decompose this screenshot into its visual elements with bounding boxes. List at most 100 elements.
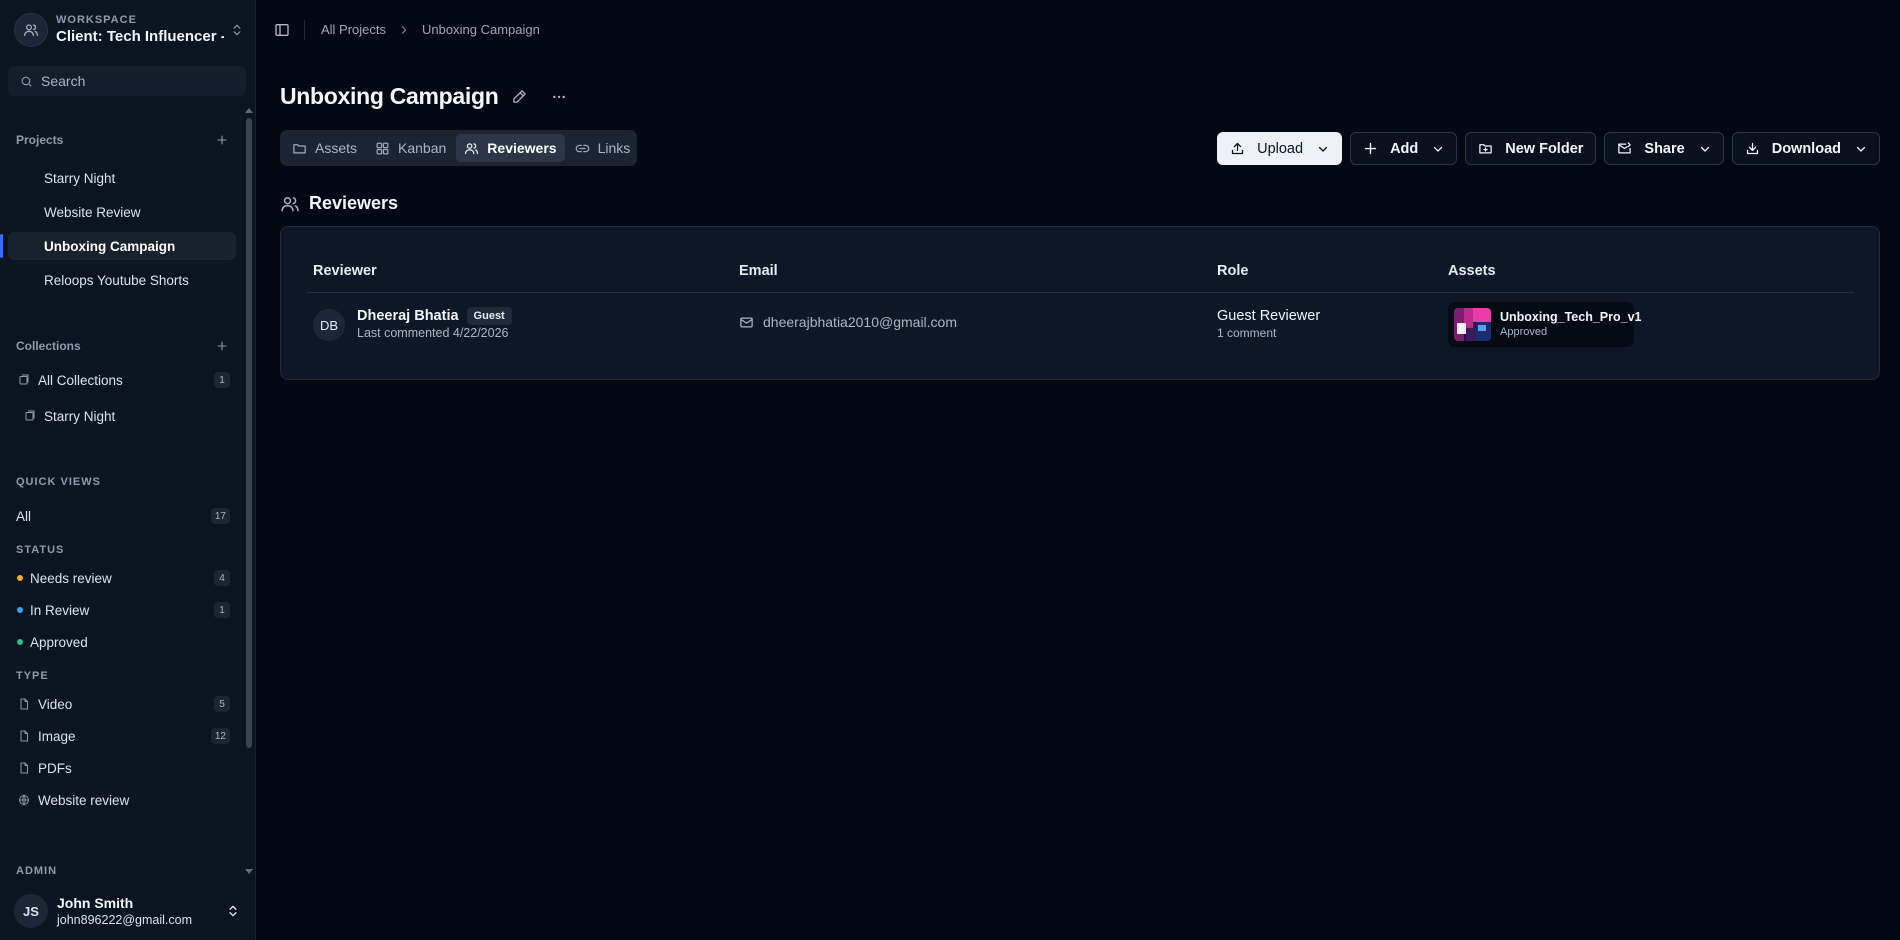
tab-kanban[interactable]: Kanban [367, 134, 454, 162]
type-website-review[interactable]: Website review [8, 787, 230, 813]
type-label: Website review [38, 792, 130, 808]
quick-views-heading: QUICK VIEWS [16, 473, 228, 491]
more-horizontal-icon[interactable] [551, 89, 567, 105]
search-input[interactable] [41, 73, 231, 89]
type-image[interactable]: Image 12 [8, 723, 230, 749]
add-project-icon[interactable] [216, 134, 228, 146]
new-folder-button[interactable]: New Folder [1465, 132, 1597, 165]
collection-icon [24, 410, 36, 422]
collections-heading: Collections [16, 339, 81, 353]
chevron-down-icon[interactable] [1699, 143, 1711, 155]
reviewer-email-text: dheerajbhatia2010@gmail.com [763, 314, 957, 330]
tab-label: Links [597, 140, 631, 156]
projects-header: Projects [16, 131, 228, 149]
type-label: Video [38, 696, 73, 712]
avatar: DB [313, 309, 345, 341]
chevron-down-icon[interactable] [1432, 143, 1444, 155]
sidebar-scrollbar[interactable] [246, 118, 252, 748]
users-icon [23, 22, 39, 38]
quick-view-all-count: 17 [210, 508, 230, 524]
scroll-up-icon[interactable] [244, 106, 254, 114]
collection-icon [18, 374, 30, 386]
chevron-up-down-icon[interactable] [226, 904, 240, 918]
reviewer-role: Guest Reviewer 1 comment [1217, 307, 1320, 342]
project-item-starry-night[interactable]: Starry Night [8, 164, 236, 192]
reviewers-section-title: Reviewers [309, 193, 399, 213]
quick-view-all[interactable]: All 17 [8, 503, 230, 529]
sidebar-toggle-icon[interactable] [274, 22, 290, 38]
workspace-switcher[interactable]: WORKSPACE Client: Tech Influencer -... [14, 12, 244, 48]
column-header-email: Email [739, 263, 778, 279]
status-in-review[interactable]: In Review 1 [8, 597, 230, 623]
chevron-down-icon[interactable] [1317, 143, 1329, 155]
upload-label: Upload [1257, 140, 1304, 157]
collection-label: Starry Night [44, 408, 116, 424]
add-collection-icon[interactable] [216, 340, 228, 352]
collection-item-all[interactable]: All Collections 1 [8, 367, 230, 393]
pencil-icon[interactable] [512, 89, 527, 104]
status-count: 1 [214, 602, 230, 618]
globe-icon [18, 794, 30, 806]
role-name: Guest Reviewer [1217, 308, 1321, 324]
asset-thumbnail [1454, 308, 1491, 341]
asset-chip[interactable]: Unboxing_Tech_Pro_v1 Approved [1448, 302, 1641, 347]
users-icon [464, 141, 479, 156]
type-count: 5 [214, 696, 230, 712]
type-pdfs[interactable]: PDFs [8, 755, 230, 781]
status-dot [17, 639, 23, 645]
reviewers-table: Reviewer Email Role Assets DB Dheeraj Bh… [280, 226, 1880, 380]
search-box[interactable] [8, 66, 246, 96]
column-header-reviewer: Reviewer [313, 263, 377, 279]
project-item-unboxing-campaign[interactable]: Unboxing Campaign [8, 232, 236, 260]
reviewers-section-header: Reviewers [280, 193, 398, 214]
reviewer-name: Dheeraj Bhatia [357, 308, 459, 324]
status-needs-review[interactable]: Needs review 4 [8, 565, 230, 591]
title-row: Unboxing Campaign [280, 83, 567, 110]
status-dot [17, 575, 23, 581]
scroll-down-icon[interactable] [244, 868, 254, 876]
reviewer-email[interactable]: dheerajbhatia2010@gmail.com [739, 314, 957, 330]
project-item-reloops-youtube-shorts[interactable]: Reloops Youtube Shorts [8, 266, 236, 294]
topbar: All Projects Unboxing Campaign [256, 0, 1900, 60]
download-button[interactable]: Download [1731, 132, 1880, 165]
tab-label: Assets [315, 140, 358, 156]
collection-item-starry-night[interactable]: Starry Night [8, 403, 230, 429]
user-menu[interactable]: JS John Smith john896222@gmail.com [14, 893, 240, 929]
chevron-up-down-icon[interactable] [230, 23, 244, 37]
upload-button[interactable]: Upload [1217, 132, 1343, 165]
divider [304, 20, 305, 40]
tab-reviewers[interactable]: Reviewers [456, 134, 565, 162]
chevron-right-icon [399, 25, 409, 35]
link-icon [575, 141, 590, 156]
asset-status: Approved [1500, 326, 1548, 338]
reviewer-name-group: Dheeraj Bhatia Guest [357, 307, 512, 325]
column-header-role: Role [1217, 263, 1249, 279]
share-button[interactable]: Share [1604, 132, 1724, 165]
last-commented: Last commented 4/22/2026 [357, 326, 509, 340]
new-folder-label: New Folder [1505, 140, 1584, 157]
folder-plus-icon [1478, 141, 1493, 156]
type-count: 12 [210, 728, 230, 744]
breadcrumb-all-projects[interactable]: All Projects [321, 22, 386, 37]
share-mail-icon [1617, 141, 1632, 156]
status-approved[interactable]: Approved [8, 629, 230, 655]
add-button[interactable]: Add [1350, 132, 1458, 165]
workspace-label: WORKSPACE [56, 14, 137, 26]
admin-heading: ADMIN [16, 862, 228, 880]
chevron-down-icon[interactable] [1855, 143, 1867, 155]
comment-count: 1 comment [1217, 326, 1277, 340]
status-label: Approved [30, 634, 88, 650]
grid-icon [375, 141, 390, 156]
tab-assets[interactable]: Assets [284, 134, 365, 162]
view-tabs: Assets Kanban Reviewers Links [280, 130, 637, 166]
type-video[interactable]: Video 5 [8, 691, 230, 717]
status-label: In Review [30, 602, 90, 618]
tab-links[interactable]: Links [567, 134, 639, 162]
project-item-website-review[interactable]: Website Review [8, 198, 236, 226]
breadcrumb: All Projects Unboxing Campaign [321, 22, 540, 37]
file-icon [18, 698, 30, 710]
page-title: Unboxing Campaign [280, 83, 499, 109]
add-label: Add [1390, 140, 1419, 157]
column-header-assets: Assets [1448, 263, 1496, 279]
mail-icon [739, 315, 754, 330]
